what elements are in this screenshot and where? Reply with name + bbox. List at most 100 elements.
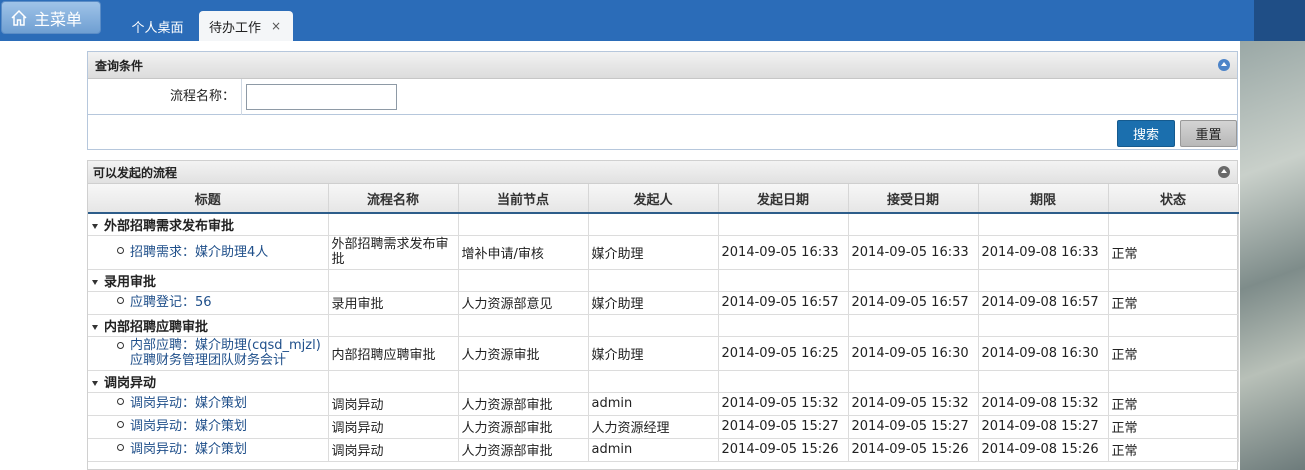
initiator-cell: admin — [588, 438, 719, 462]
home-icon — [11, 9, 27, 26]
column-header-start-date[interactable]: 发起日期 — [718, 184, 849, 214]
group-title: 外部招聘需求发布审批 — [104, 218, 235, 234]
node-cell: 人力资源部意见 — [458, 291, 589, 315]
query-panel-title: 查询条件 — [95, 58, 144, 73]
tab-todo-work[interactable]: 待办工作 × — [199, 11, 293, 41]
initiator-cell: 媒介助理 — [588, 336, 719, 371]
bullet-icon — [117, 342, 124, 349]
process-name-label: 流程名称： — [88, 78, 242, 115]
column-header-process[interactable]: 流程名称 — [328, 184, 459, 214]
column-header-title[interactable]: 标题 — [88, 184, 329, 214]
deadline-cell: 2014-09-08 15:32 — [978, 392, 1109, 416]
main-menu-label: 主菜单 — [34, 9, 83, 29]
start-date-cell: 2014-09-05 16:57 — [718, 291, 849, 315]
flows-panel-header: 可以发起的流程 — [88, 161, 1237, 184]
process-cell: 录用审批 — [328, 291, 459, 315]
start-date-cell: 2014-09-05 15:26 — [718, 438, 849, 462]
accept-date-cell: 2014-09-05 16:30 — [848, 336, 979, 371]
query-panel: 查询条件 流程名称： 搜索 重置 — [87, 51, 1238, 150]
status-cell: 正常 — [1108, 336, 1239, 371]
reset-button[interactable]: 重置 — [1180, 120, 1237, 147]
table-row: 内部应聘：媒介助理(cqsd_mjzl)应聘财务管理团队财务会计 内部招聘应聘审… — [88, 336, 1239, 371]
top-bar-right-cap — [1254, 0, 1305, 41]
start-date-cell: 2014-09-05 16:33 — [718, 235, 849, 270]
task-title-link[interactable]: 应聘登记：56 — [130, 295, 212, 310]
group-title: 内部招聘应聘审批 — [104, 319, 209, 335]
process-cell: 外部招聘需求发布审批 — [328, 235, 459, 270]
deadline-cell: 2014-09-08 16:30 — [978, 336, 1109, 371]
caret-down-icon[interactable] — [92, 223, 98, 229]
collapse-icon[interactable] — [1218, 166, 1230, 178]
accept-date-cell: 2014-09-05 16:33 — [848, 235, 979, 270]
table-row: 调岗异动：媒介策划 调岗异动 人力资源部审批 admin 2014-09-05 … — [88, 392, 1239, 416]
task-title-link[interactable]: 调岗异动：媒介策划 — [130, 396, 247, 411]
query-button-row: 搜索 重置 — [88, 115, 1237, 149]
status-cell: 正常 — [1108, 235, 1239, 270]
task-title-link[interactable]: 招聘需求：媒介助理4人 — [130, 245, 268, 260]
process-cell: 调岗异动 — [328, 392, 459, 416]
accept-date-cell: 2014-09-05 15:26 — [848, 438, 979, 462]
search-button[interactable]: 搜索 — [1117, 120, 1175, 147]
status-cell: 正常 — [1108, 438, 1239, 462]
task-title-link[interactable]: 内部应聘：媒介助理(cqsd_mjzl)应聘财务管理团队财务会计 — [130, 338, 325, 368]
process-cell: 调岗异动 — [328, 415, 459, 439]
start-date-cell: 2014-09-05 16:25 — [718, 336, 849, 371]
table-row: 调岗异动：媒介策划 调岗异动 人力资源部审批 admin 2014-09-05 … — [88, 438, 1239, 462]
caret-down-icon[interactable] — [92, 380, 98, 386]
initiator-cell: 人力资源经理 — [588, 415, 719, 439]
bullet-icon — [117, 444, 124, 451]
column-header-node[interactable]: 当前节点 — [458, 184, 589, 214]
group-row[interactable]: 内部招聘应聘审批 — [88, 314, 1239, 337]
process-cell: 调岗异动 — [328, 438, 459, 462]
query-panel-header: 查询条件 — [88, 52, 1237, 79]
flows-panel-title: 可以发起的流程 — [93, 165, 178, 180]
tab-label: 个人桌面 — [131, 20, 184, 36]
collapse-icon[interactable] — [1218, 59, 1230, 71]
bullet-icon — [117, 246, 124, 254]
bullet-icon — [117, 297, 124, 304]
node-cell: 人力资源部审批 — [458, 392, 589, 416]
deadline-cell: 2014-09-08 16:33 — [978, 235, 1109, 270]
process-cell: 内部招聘应聘审批 — [328, 336, 459, 371]
accept-date-cell: 2014-09-05 16:57 — [848, 291, 979, 315]
process-name-input[interactable] — [246, 83, 397, 110]
start-date-cell: 2014-09-05 15:27 — [718, 415, 849, 439]
tab-personal-desktop[interactable]: 个人桌面 — [120, 11, 195, 41]
flows-table: 标题 流程名称 当前节点 发起人 发起日期 接受日期 期限 状态 外部招聘需求发… — [88, 184, 1239, 462]
table-row: 招聘需求：媒介助理4人 外部招聘需求发布审批 增补申请/审核 媒介助理 2014… — [88, 235, 1239, 270]
status-cell: 正常 — [1108, 291, 1239, 315]
deadline-cell: 2014-09-08 15:27 — [978, 415, 1109, 439]
top-bar: 主菜单 个人桌面 待办工作 × — [0, 0, 1305, 41]
deadline-cell: 2014-09-08 16:57 — [978, 291, 1109, 315]
caret-down-icon[interactable] — [92, 324, 98, 330]
table-row: 调岗异动：媒介策划 调岗异动 人力资源部审批 人力资源经理 2014-09-05… — [88, 415, 1239, 439]
column-header-deadline[interactable]: 期限 — [978, 184, 1109, 214]
tab-label: 待办工作 — [209, 20, 262, 36]
query-form-row: 流程名称： — [88, 78, 1237, 115]
deadline-cell: 2014-09-08 15:26 — [978, 438, 1109, 462]
initiator-cell: admin — [588, 392, 719, 416]
column-header-initiator[interactable]: 发起人 — [588, 184, 719, 214]
background-decoration — [1240, 41, 1305, 470]
accept-date-cell: 2014-09-05 15:32 — [848, 392, 979, 416]
group-title: 录用审批 — [104, 274, 157, 290]
node-cell: 人力资源部审批 — [458, 415, 589, 439]
task-title-link[interactable]: 调岗异动：媒介策划 — [130, 442, 247, 457]
node-cell: 增补申请/审核 — [458, 235, 589, 270]
accept-date-cell: 2014-09-05 15:27 — [848, 415, 979, 439]
main-menu-button[interactable]: 主菜单 — [1, 1, 101, 34]
group-row[interactable]: 录用审批 — [88, 269, 1239, 292]
initiator-cell: 媒介助理 — [588, 291, 719, 315]
caret-down-icon[interactable] — [92, 279, 98, 285]
column-header-status[interactable]: 状态 — [1108, 184, 1239, 214]
bullet-icon — [117, 398, 124, 405]
close-icon[interactable]: × — [271, 19, 281, 33]
node-cell: 人力资源部审批 — [458, 438, 589, 462]
column-header-accept-date[interactable]: 接受日期 — [848, 184, 979, 214]
group-row[interactable]: 外部招聘需求发布审批 — [88, 213, 1239, 236]
group-row[interactable]: 调岗异动 — [88, 370, 1239, 393]
initiator-cell: 媒介助理 — [588, 235, 719, 270]
flows-panel: 可以发起的流程 标题 流程名称 当前节点 发起人 发起日期 接受日期 期限 状态… — [87, 160, 1239, 470]
node-cell: 人力资源审批 — [458, 336, 589, 371]
task-title-link[interactable]: 调岗异动：媒介策划 — [130, 419, 247, 434]
